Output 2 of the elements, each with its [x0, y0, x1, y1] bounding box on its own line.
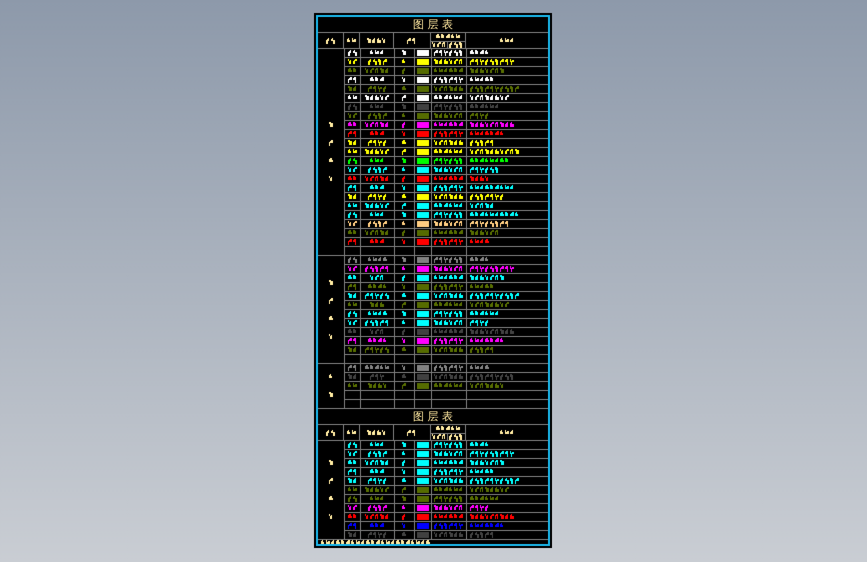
table-title: 图 层 表 — [318, 409, 548, 425]
table-title: 图 层 表 — [318, 17, 548, 33]
